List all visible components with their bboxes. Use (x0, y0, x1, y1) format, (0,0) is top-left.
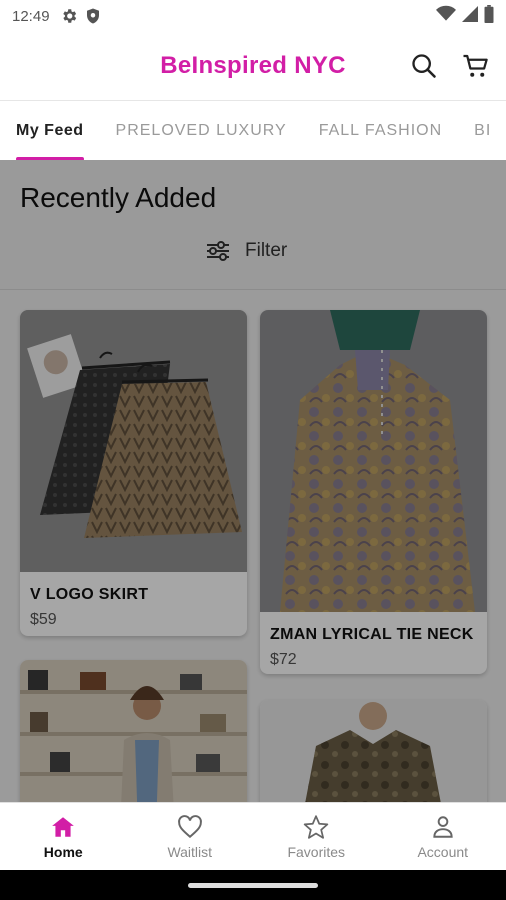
nav-account-label: Account (417, 843, 469, 860)
product-card[interactable] (260, 700, 487, 802)
product-image (260, 700, 487, 802)
home-icon (52, 816, 75, 837)
product-price: $59 (30, 611, 57, 628)
filter-label: Filter (245, 240, 288, 261)
filter-button[interactable]: Filter (205, 240, 287, 262)
app-header: BeInspired NYC (0, 32, 506, 100)
product-name: V LOGO SKIRT (30, 586, 149, 603)
tab-partial[interactable]: BI (458, 101, 506, 160)
shield-icon (84, 7, 102, 25)
nav-account[interactable]: Account (380, 803, 506, 870)
product-image (20, 660, 247, 802)
bottom-navigation: Home Waitlist Favorites Account (0, 802, 506, 870)
settings-gear-icon (60, 7, 78, 25)
home-gesture-handle[interactable] (188, 883, 318, 888)
section-header: Recently Added Filter (0, 160, 506, 290)
star-icon (304, 814, 329, 839)
brand-title: BeInspired NYC (160, 52, 346, 79)
account-icon (433, 815, 453, 838)
nav-home[interactable]: Home (0, 803, 127, 870)
wifi-icon (436, 5, 456, 28)
section-title: Recently Added (20, 182, 217, 213)
filter-sliders-icon (207, 241, 229, 261)
cart-icon (463, 54, 488, 77)
product-card[interactable]: ZMAN LYRICAL TIE NECK $72 (260, 310, 487, 674)
heart-icon (177, 814, 202, 838)
system-gesture-bar (0, 870, 506, 900)
product-price: $72 (270, 651, 297, 668)
tab-my-feed[interactable]: My Feed (0, 101, 100, 160)
tab-preloved-luxury[interactable]: PRELOVED LUXURY (100, 101, 303, 160)
cart-button[interactable] (460, 50, 492, 82)
battery-icon (484, 4, 494, 28)
nav-favorites-label: Favorites (287, 843, 346, 860)
feed-content: Recently Added Filter V LOGO SKIRT $59 Z… (0, 160, 506, 802)
status-time: 12:49 (12, 7, 50, 25)
product-image (20, 310, 247, 572)
signal-icon (462, 5, 478, 28)
tab-fall-fashion[interactable]: FALL FASHION (303, 101, 458, 160)
product-image (260, 310, 487, 612)
nav-favorites[interactable]: Favorites (253, 803, 380, 870)
product-card[interactable] (20, 660, 247, 802)
product-card[interactable]: V LOGO SKIRT $59 (20, 310, 247, 636)
search-icon (412, 54, 436, 78)
nav-waitlist-label: Waitlist (167, 843, 213, 860)
status-bar: 12:49 (0, 0, 506, 32)
nav-home-label: Home (43, 843, 83, 860)
category-tabs: My Feed PRELOVED LUXURY FALL FASHION BI (0, 100, 506, 160)
nav-waitlist[interactable]: Waitlist (127, 803, 254, 870)
search-button[interactable] (408, 50, 440, 82)
product-name: ZMAN LYRICAL TIE NECK (270, 626, 474, 643)
